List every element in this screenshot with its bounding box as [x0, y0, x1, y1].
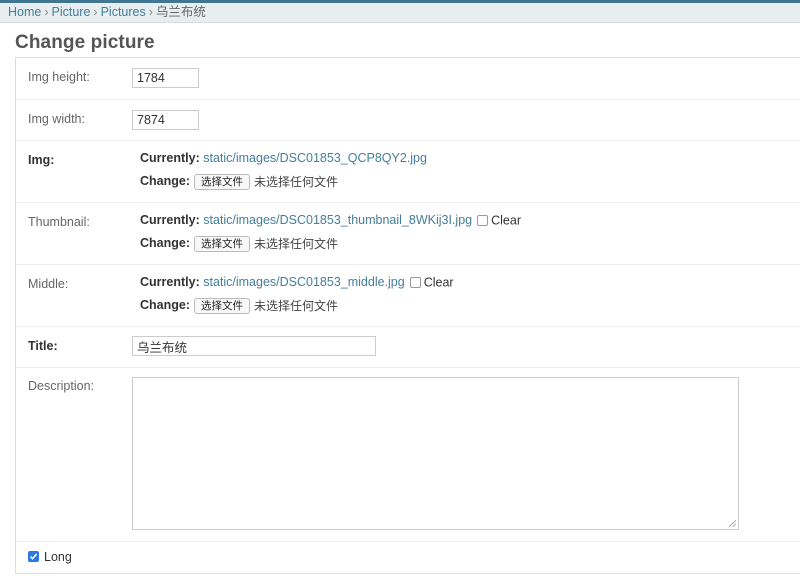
middle-no-file-text: 未选择任何文件: [254, 299, 339, 313]
long-label[interactable]: Long: [44, 550, 72, 564]
resize-grip-icon[interactable]: [729, 520, 736, 527]
change-form: Img height: Img width: Img: Currently: s…: [15, 57, 800, 574]
img-label: Img:: [28, 153, 55, 167]
breadcrumb-home-link[interactable]: Home: [8, 5, 41, 19]
thumbnail-change-label: Change:: [140, 235, 190, 250]
form-row-img-height: Img height:: [16, 58, 800, 100]
form-row-long: Long: [16, 542, 800, 574]
middle-currently-label: Currently:: [140, 275, 200, 289]
thumbnail-currently-label: Currently:: [140, 213, 200, 227]
thumbnail-clear-checkbox[interactable]: [477, 215, 489, 227]
breadcrumb: Home › Picture › Pictures › 乌兰布统: [0, 3, 800, 23]
form-row-thumbnail: Thumbnail: Currently: static/images/DSC0…: [16, 203, 800, 265]
img-no-file-text: 未选择任何文件: [254, 175, 339, 189]
thumbnail-clear-label[interactable]: Clear: [491, 214, 521, 228]
breadcrumb-model-link[interactable]: Pictures: [101, 5, 146, 19]
img-width-input[interactable]: [132, 110, 199, 130]
img-current-file-link[interactable]: static/images/DSC01853_QCP8QY2.jpg: [203, 151, 427, 165]
middle-choose-file-button[interactable]: 选择文件: [194, 297, 250, 314]
middle-current-file-link[interactable]: static/images/DSC01853_middle.jpg: [203, 275, 405, 289]
img-change-label: Change:: [140, 173, 190, 188]
description-label: Description:: [28, 379, 94, 393]
form-row-description: Description:: [16, 368, 800, 542]
thumbnail-choose-file-button[interactable]: 选择文件: [194, 235, 250, 252]
title-label: Title:: [28, 339, 58, 353]
img-height-input[interactable]: [132, 68, 199, 88]
thumbnail-current-file-link[interactable]: static/images/DSC01853_thumbnail_8WKij3I…: [203, 213, 472, 227]
check-icon: [29, 553, 38, 560]
long-checkbox[interactable]: [28, 551, 39, 562]
middle-clear-label[interactable]: Clear: [424, 276, 454, 290]
middle-clear-checkbox[interactable]: [409, 277, 421, 289]
img-choose-file-button[interactable]: 选择文件: [194, 173, 250, 190]
img-currently-label: Currently:: [140, 151, 200, 165]
title-input[interactable]: [132, 336, 376, 356]
breadcrumb-separator: ›: [44, 5, 49, 19]
breadcrumb-separator: ›: [93, 5, 98, 19]
description-textarea[interactable]: [132, 377, 739, 530]
middle-change-label: Change:: [140, 297, 190, 312]
page-title: Change picture: [15, 32, 155, 53]
img-width-label: Img width:: [28, 112, 85, 126]
middle-label: Middle:: [28, 277, 69, 291]
thumbnail-label: Thumbnail:: [28, 215, 90, 229]
form-row-title: Title:: [16, 327, 800, 368]
form-row-img: Img: Currently: static/images/DSC01853_Q…: [16, 141, 800, 203]
breadcrumb-separator: ›: [148, 5, 153, 19]
form-row-middle: Middle: Currently: static/images/DSC0185…: [16, 265, 800, 327]
img-height-label: Img height:: [28, 70, 90, 84]
breadcrumb-current: 乌兰布统: [155, 5, 206, 19]
thumbnail-no-file-text: 未选择任何文件: [254, 237, 339, 251]
form-row-img-width: Img width:: [16, 100, 800, 141]
breadcrumb-app-link[interactable]: Picture: [52, 5, 91, 19]
